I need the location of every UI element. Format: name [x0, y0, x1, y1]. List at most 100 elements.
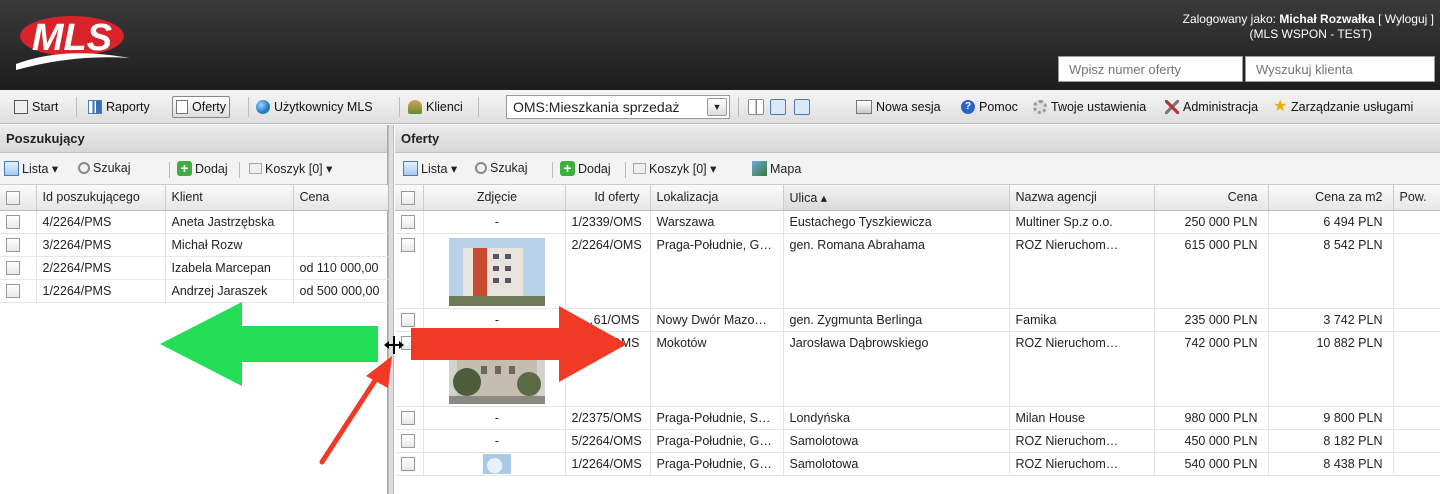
row-checkbox[interactable]	[6, 260, 20, 275]
add-label: Dodaj	[195, 161, 228, 176]
split-view-icon[interactable]	[748, 99, 764, 115]
klienci-button[interactable]: Klienci	[408, 96, 463, 118]
row-checkbox[interactable]	[401, 410, 415, 425]
building-photo[interactable]	[449, 453, 545, 474]
column-header[interactable]: Klient	[165, 185, 294, 211]
column-header[interactable]: Cena za m2	[1268, 185, 1394, 211]
offer-agency: Famika	[1009, 308, 1155, 332]
offer-price: 540 000 PLN	[1154, 452, 1269, 476]
table-row[interactable]: 2/2264/PMS Izabela Marcepan od 110 000,0…	[0, 256, 389, 280]
select-all-checkbox[interactable]	[6, 190, 20, 205]
view-select[interactable]: OMS:Mieszkania sprzedaż ▼	[506, 95, 730, 119]
column-header[interactable]: Cena	[293, 185, 389, 211]
offers-cart-button[interactable]: Koszyk [0] ▾	[633, 161, 716, 176]
logout-link[interactable]: [ Wyloguj ]	[1378, 12, 1434, 26]
seekers-list-button[interactable]: Lista ▾	[4, 161, 58, 176]
offers-search-button[interactable]: Szukaj	[475, 161, 528, 175]
pomoc-label: Pomoc	[979, 100, 1018, 114]
offers-add-button[interactable]: + Dodaj	[560, 161, 611, 176]
column-header[interactable]: Id oferty	[565, 185, 651, 211]
offer-agency: ROZ Nieruchom…	[1009, 452, 1155, 476]
list-icon	[4, 161, 19, 176]
cart-label: Koszyk [0] ▾	[649, 162, 717, 176]
gear-icon	[1033, 100, 1047, 114]
mls-logo[interactable]: MLS	[14, 10, 132, 74]
offer-street: Jarosława Dąbrowskiego	[783, 331, 1010, 407]
table-row[interactable]: 1/2264/OMS Praga-Południe, G… Samolotowa…	[395, 452, 1440, 476]
bar-chart-icon	[88, 100, 102, 114]
collapse-right-icon[interactable]	[794, 99, 810, 115]
uzytkownicy-label: Użytkownicy MLS	[274, 100, 373, 114]
raporty-button[interactable]: Raporty	[88, 96, 150, 118]
offer-photo[interactable]	[423, 233, 566, 309]
offer-agency: Multiner Sp.z o.o.	[1009, 210, 1155, 234]
offer-location: Warszawa	[650, 210, 784, 234]
seeker-price: od 110 000,00	[293, 256, 389, 280]
table-row[interactable]: 2/2264/OMS Praga-Południe, G… gen. Roman…	[395, 233, 1440, 309]
pomoc-button[interactable]: ? Pomoc	[961, 96, 1018, 118]
oferty-button[interactable]: Oferty	[172, 96, 231, 118]
offer-price: 742 000 PLN	[1154, 331, 1269, 407]
add-icon: +	[177, 161, 192, 176]
offer-id: 5/2264/OMS	[565, 429, 651, 453]
table-row[interactable]: - 1/2339/OMS Warszawa Eustachego Tyszkie…	[395, 210, 1440, 234]
row-checkbox[interactable]	[401, 433, 415, 448]
row-checkbox[interactable]	[401, 238, 415, 253]
collapse-left-icon[interactable]	[770, 99, 786, 115]
table-row[interactable]: - 5/2264/OMS Praga-Południe, G… Samoloto…	[395, 429, 1440, 453]
table-row[interactable]: - 2/2375/OMS Praga-Południe, S… Londyńsk…	[395, 406, 1440, 430]
offer-id: 2/2375/OMS	[565, 406, 651, 430]
uslugi-label: Zarządzanie usługami	[1291, 100, 1414, 114]
row-checkbox[interactable]	[6, 237, 20, 252]
administracja-button[interactable]: Administracja	[1165, 96, 1258, 118]
star-icon: ★	[1273, 98, 1288, 115]
search-label: Szukaj	[490, 161, 528, 175]
client-search-input[interactable]	[1245, 56, 1435, 82]
home-icon	[14, 100, 28, 114]
offers-list-button[interactable]: Lista ▾	[403, 161, 457, 176]
start-button[interactable]: Start	[14, 96, 58, 118]
seeker-id: 3/2264/PMS	[36, 233, 166, 257]
offer-location: Nowy Dwór Mazo…	[650, 308, 784, 332]
add-icon: +	[560, 161, 575, 176]
column-header[interactable]: Id poszukującego	[36, 185, 166, 211]
column-header[interactable]: Cena	[1154, 185, 1269, 211]
column-header[interactable]: Zdjęcie	[423, 185, 566, 211]
offer-number-input[interactable]	[1058, 56, 1243, 82]
seekers-search-button[interactable]: Szukaj	[78, 161, 131, 175]
organization-label: (MLS WSPON - TEST)	[1249, 27, 1372, 41]
table-row[interactable]: 4/2264/PMS Aneta Jastrzębska	[0, 210, 389, 234]
column-header[interactable]: Lokalizacja	[650, 185, 784, 211]
column-header[interactable]: Ulica ▴	[783, 185, 1010, 211]
offer-photo[interactable]	[423, 452, 566, 476]
nowa-sesja-button[interactable]: Nowa sesja	[856, 96, 941, 118]
column-header[interactable]: Pow.	[1393, 185, 1440, 211]
user-name: Michał Rozwałka	[1279, 12, 1375, 26]
table-row[interactable]: 3/2264/PMS Michał Rozw	[0, 233, 389, 257]
seekers-cart-button[interactable]: Koszyk [0] ▾	[249, 161, 332, 176]
row-checkbox[interactable]	[401, 214, 415, 229]
list-label: Lista ▾	[421, 162, 458, 176]
select-all-checkbox[interactable]	[401, 190, 415, 205]
search-icon	[78, 162, 90, 174]
chevron-down-icon[interactable]: ▼	[707, 98, 727, 116]
building-photo[interactable]	[449, 237, 545, 306]
seekers-add-button[interactable]: + Dodaj	[177, 161, 228, 176]
offer-price-m2: 8 182 PLN	[1268, 429, 1394, 453]
uslugi-button[interactable]: ★ Zarządzanie usługami	[1273, 96, 1413, 118]
map-label: Mapa	[770, 161, 802, 176]
seeker-client: Michał Rozw	[165, 233, 294, 257]
row-checkbox[interactable]	[6, 283, 20, 298]
offer-price-m2: 6 494 PLN	[1268, 210, 1394, 234]
ustawienia-button[interactable]: Twoje ustawienia	[1033, 96, 1146, 118]
offers-map-button[interactable]: Mapa	[752, 161, 801, 176]
seekers-toolbar: Lista ▾ Szukaj + Dodaj Koszyk [0] ▾	[0, 153, 387, 185]
row-checkbox[interactable]	[6, 214, 20, 229]
uzytkownicy-button[interactable]: Użytkownicy MLS	[256, 96, 373, 118]
offers-toolbar: Lista ▾ Szukaj + Dodaj Koszyk [0] ▾ Mapa	[395, 153, 1440, 185]
new-session-icon	[856, 100, 872, 114]
offer-price: 615 000 PLN	[1154, 233, 1269, 309]
row-checkbox[interactable]	[401, 456, 415, 471]
column-header[interactable]: Nazwa agencji	[1009, 185, 1155, 211]
table-row[interactable]: 1/2264/PMS Andrzej Jaraszek od 500 000,0…	[0, 279, 389, 303]
